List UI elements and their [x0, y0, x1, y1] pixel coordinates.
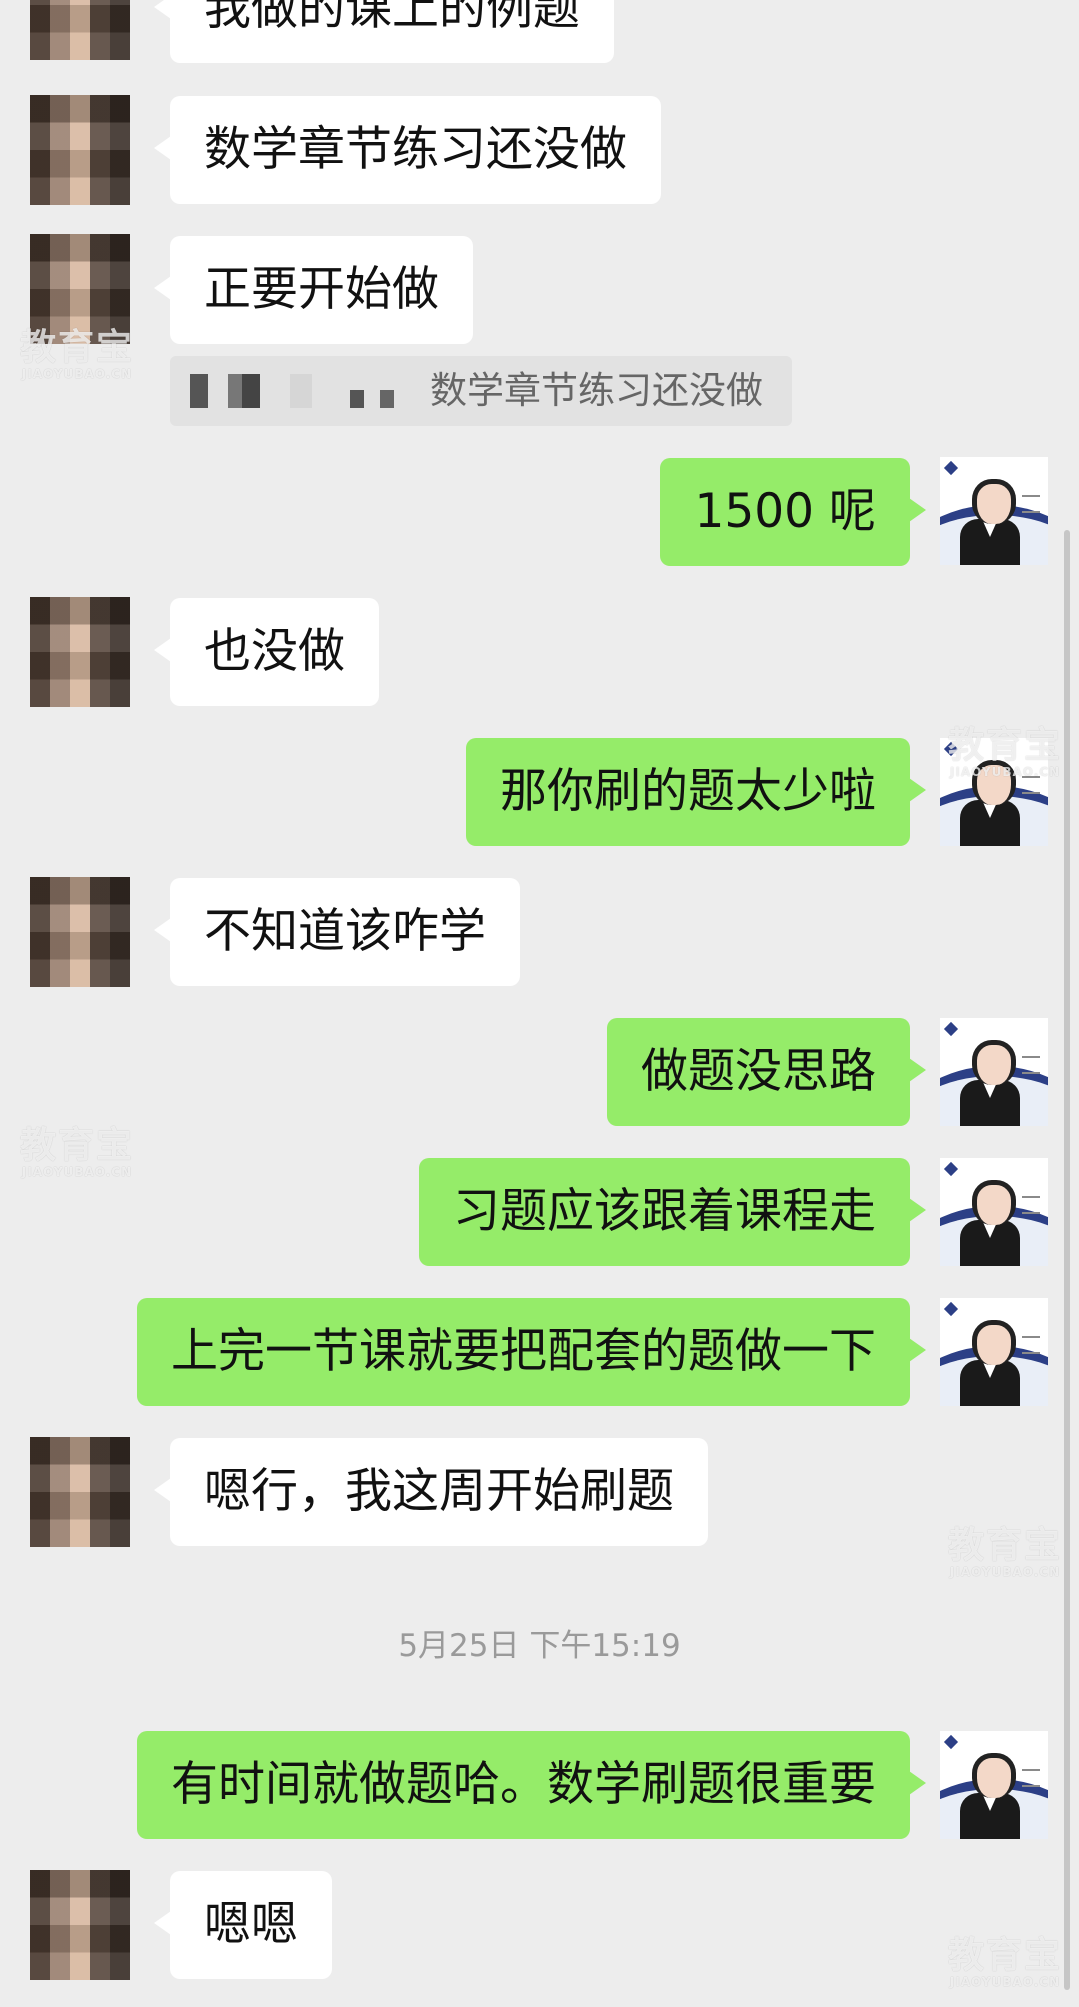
message-bubble-received[interactable]: 正要开始做 — [154, 236, 473, 344]
quoted-text: 数学章节练习还没做 — [430, 369, 763, 412]
message-bubble-sent[interactable]: 那你刷的题太少啦 — [466, 738, 926, 846]
contact-avatar[interactable] — [30, 1437, 130, 1547]
message-bubble-received[interactable]: 嗯嗯 — [154, 1871, 332, 1979]
contact-avatar[interactable] — [30, 877, 130, 987]
quoted-message[interactable]: 数学章节练习还没做 — [170, 356, 792, 426]
contact-avatar[interactable] — [30, 0, 130, 60]
watermark: 教育宝 JIAOYUBAO.CN — [948, 1935, 1063, 1989]
message-bubble-sent[interactable]: 1500 呢 — [660, 458, 926, 566]
scrollbar[interactable] — [1064, 530, 1070, 1990]
message-bubble-received[interactable]: 也没做 — [154, 598, 379, 706]
user-avatar[interactable] — [940, 1018, 1048, 1126]
contact-avatar[interactable] — [30, 95, 130, 205]
watermark: 教育宝 JIAOYUBAO.CN — [948, 1525, 1063, 1579]
quoted-sender-redacted — [190, 374, 410, 408]
watermark: 教育宝 JIAOYUBAO.CN — [948, 725, 1063, 779]
message-bubble-sent[interactable]: 上完一节课就要把配套的题做一下 — [137, 1298, 926, 1406]
message-bubble-received[interactable]: 不知道该咋学 — [154, 878, 520, 986]
user-avatar[interactable] — [940, 1298, 1048, 1406]
contact-avatar[interactable] — [30, 1870, 130, 1980]
contact-avatar[interactable] — [30, 597, 130, 707]
message-bubble-sent[interactable]: 习题应该跟着课程走 — [419, 1158, 926, 1266]
watermark: 教育宝 JIAOYUBAO.CN — [20, 327, 135, 381]
user-avatar[interactable] — [940, 457, 1048, 565]
message-bubble-received[interactable]: 嗯行，我这周开始刷题 — [154, 1438, 708, 1546]
message-bubble-sent[interactable]: 做题没思路 — [607, 1018, 926, 1126]
user-avatar[interactable] — [940, 1731, 1048, 1839]
chat-timestamp: 5月25日 下午15:19 — [398, 1628, 681, 1664]
message-bubble-sent[interactable]: 有时间就做题哈。数学刷题很重要 — [137, 1731, 926, 1839]
user-avatar[interactable] — [940, 1158, 1048, 1266]
message-bubble-received[interactable]: 数学章节练习还没做 — [154, 96, 661, 204]
watermark: 教育宝 JIAOYUBAO.CN — [20, 1125, 135, 1179]
message-bubble-received[interactable]: 我做的课上的例题 — [154, 0, 614, 63]
